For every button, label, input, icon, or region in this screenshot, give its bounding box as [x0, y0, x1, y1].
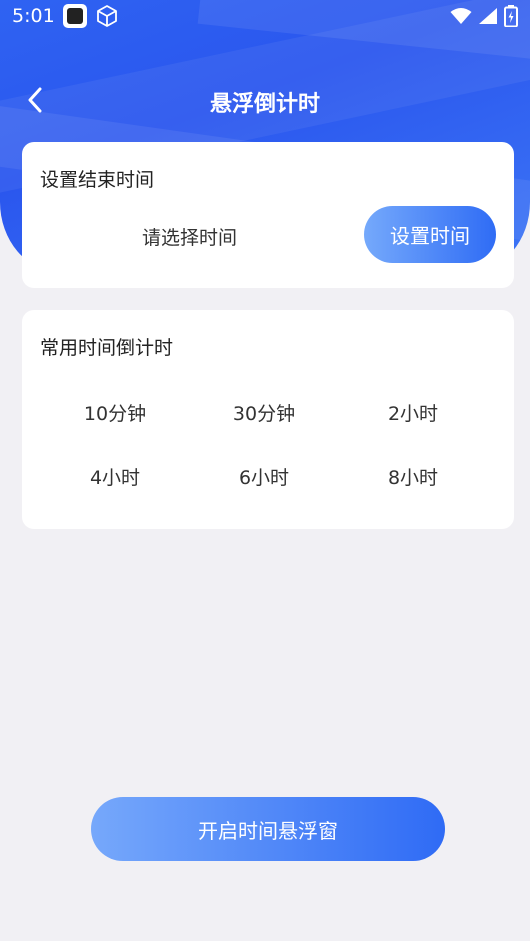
cube-icon: [96, 5, 117, 27]
start-floating-window-button[interactable]: 开启时间悬浮窗: [91, 797, 445, 861]
presets-card-title: 常用时间倒计时: [40, 337, 174, 359]
time-picker-field[interactable]: 请选择时间: [142, 223, 237, 250]
preset-4-hours[interactable]: 4小时: [40, 463, 190, 490]
page-title: 悬浮倒计时: [209, 92, 320, 117]
preset-30-minutes[interactable]: 30分钟: [189, 399, 339, 426]
status-time: 5:01: [12, 5, 55, 27]
navigation-bar: 悬浮倒计时: [0, 78, 530, 122]
end-time-card: 设置结束时间 请选择时间 设置时间: [22, 142, 514, 288]
preset-2-hours[interactable]: 2小时: [338, 399, 488, 426]
status-bar: 5:01: [0, 0, 530, 32]
end-time-card-title: 设置结束时间: [40, 169, 155, 191]
preset-8-hours[interactable]: 8小时: [338, 463, 488, 490]
battery-icon: [504, 5, 518, 27]
wifi-icon: [450, 8, 472, 24]
presets-card: 常用时间倒计时 10分钟 30分钟 2小时 4小时 6小时 8小时: [22, 310, 514, 529]
signal-icon: [479, 8, 497, 24]
status-indicators: [450, 5, 518, 27]
preset-10-minutes[interactable]: 10分钟: [40, 399, 190, 426]
preset-6-hours[interactable]: 6小时: [189, 463, 339, 490]
app-notification-icon: [62, 4, 87, 28]
app-screen: 5:01 悬浮倒计时 设置结束时间 请选择时间 设置时间 常用时间倒计时 10分…: [0, 0, 530, 941]
set-time-button[interactable]: 设置时间: [364, 206, 496, 263]
